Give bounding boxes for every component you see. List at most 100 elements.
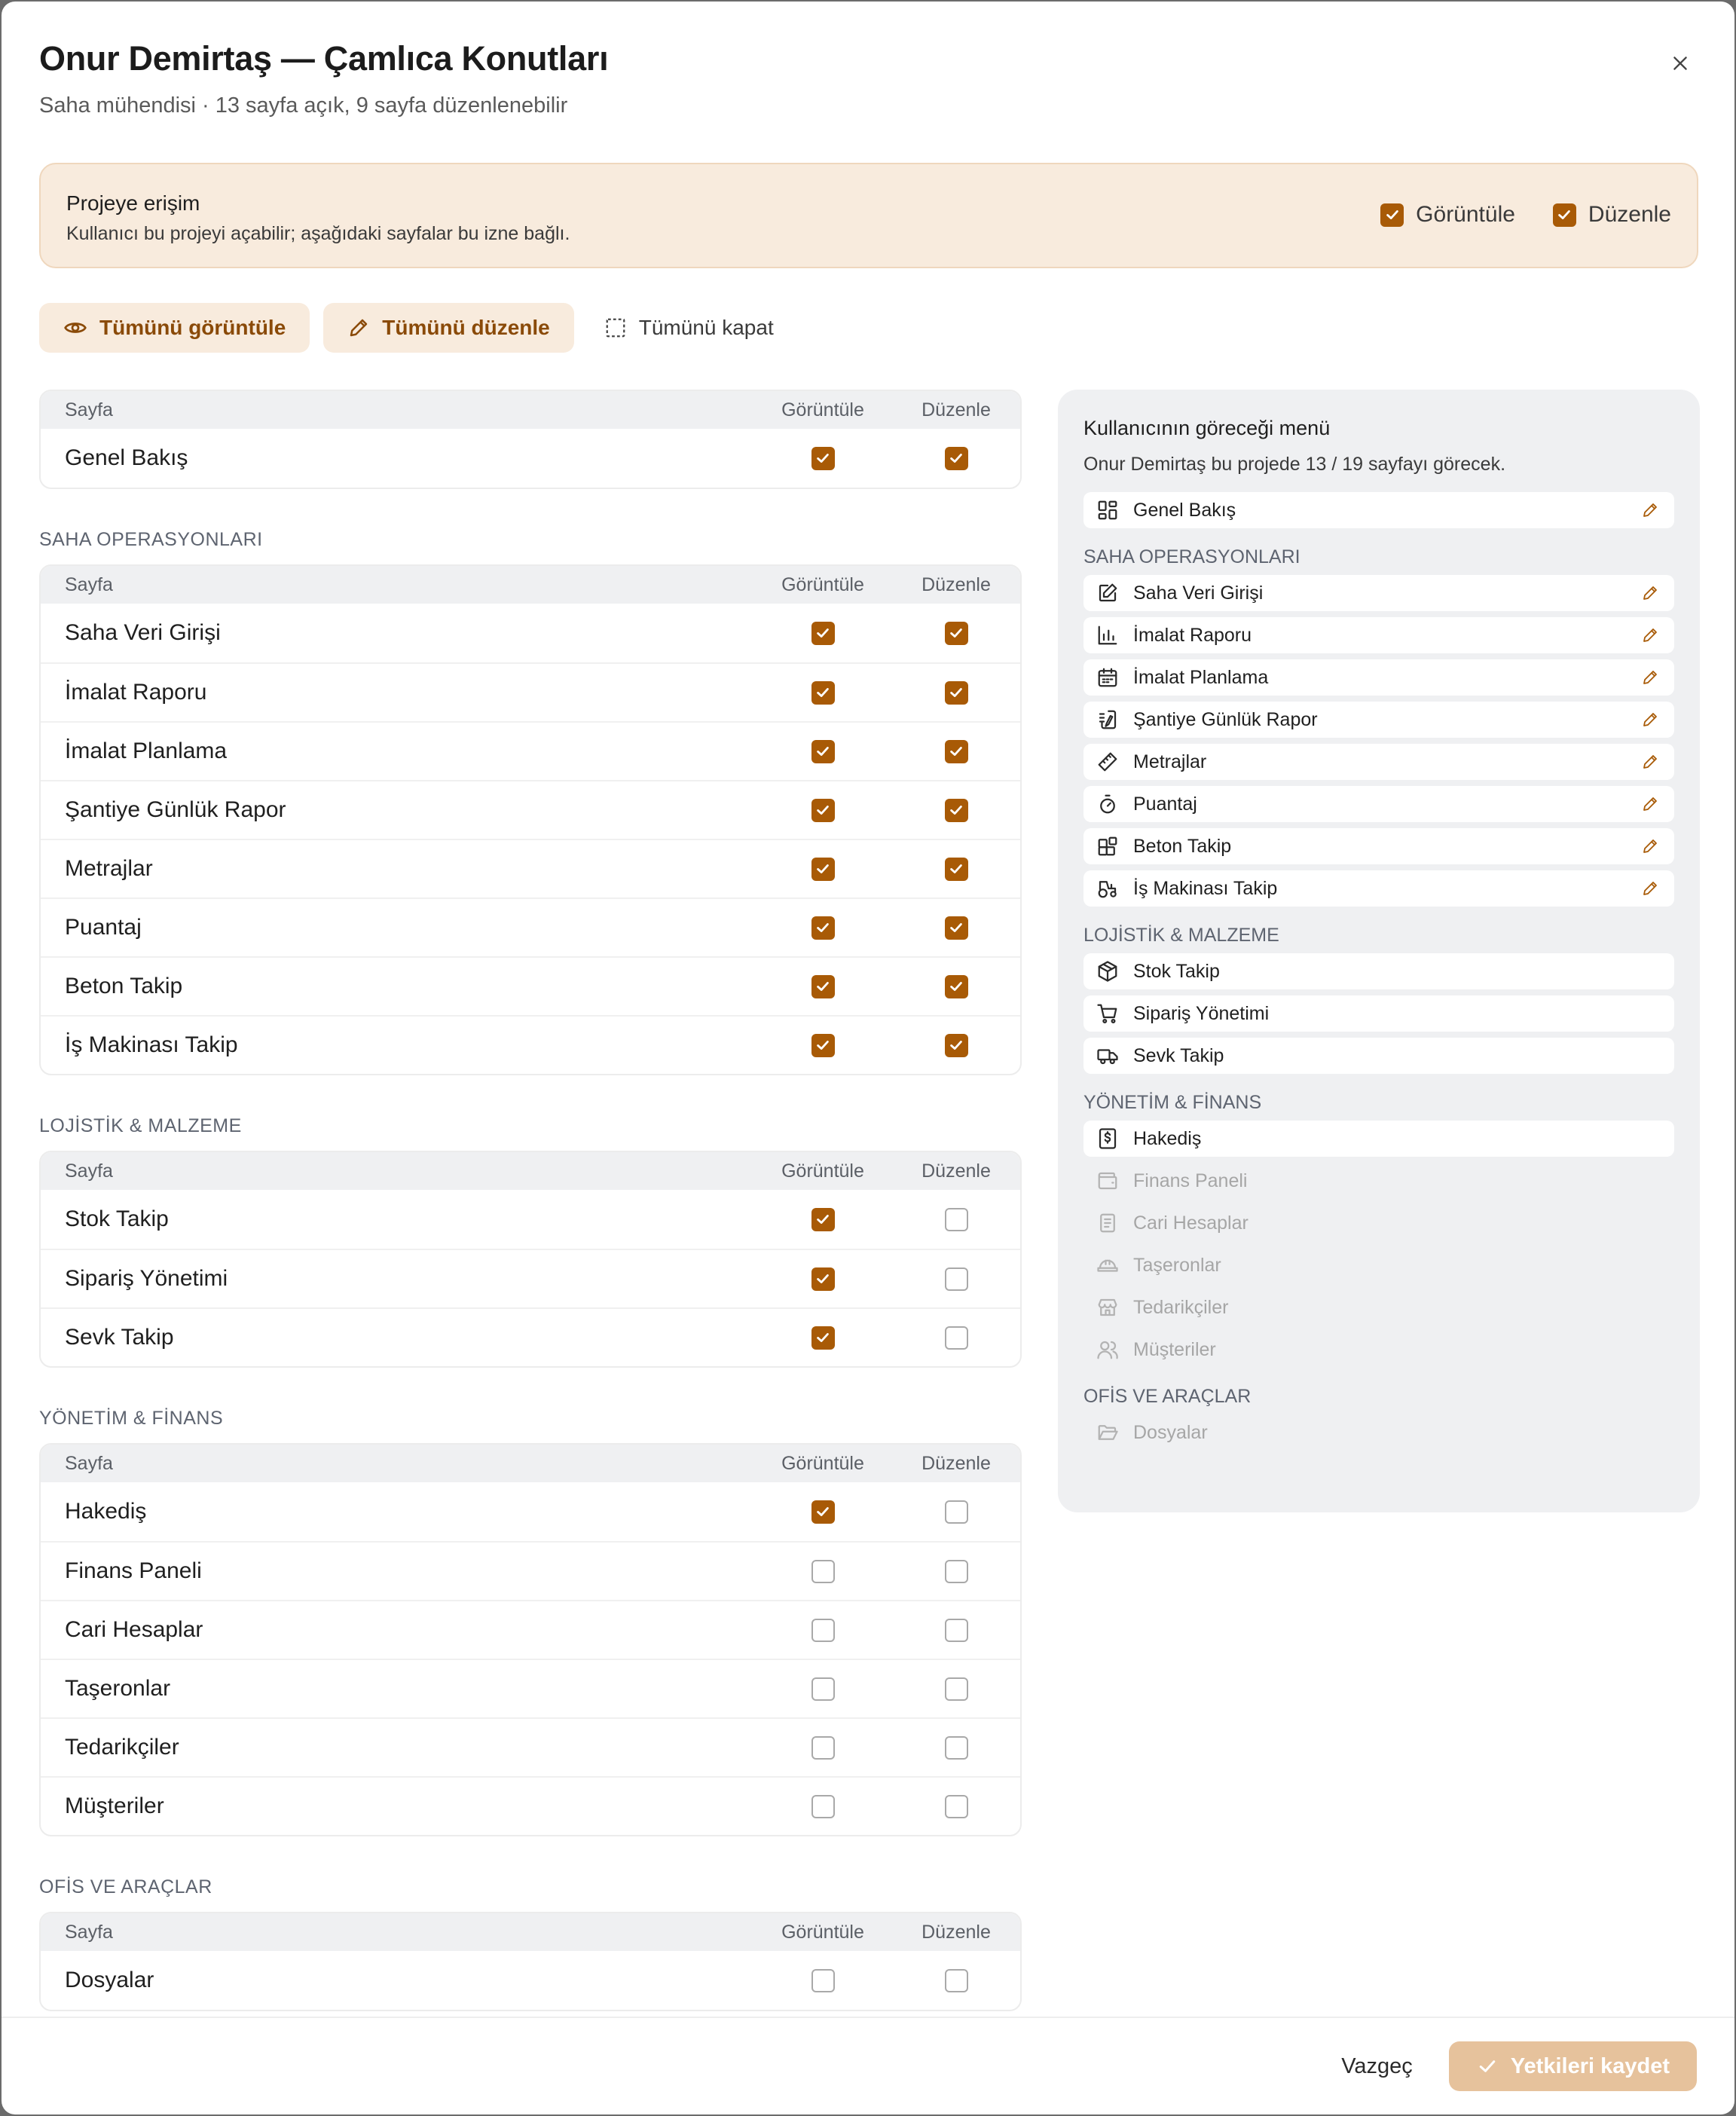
page-name: Tedarikçiler [65,1735,179,1760]
access-edit-checkbox[interactable] [1552,203,1576,227]
page-name: Stok Takip [65,1206,169,1231]
view-checkbox[interactable] [811,739,835,763]
preview-item-label: Stok Takip [1133,960,1220,982]
view-checkbox[interactable] [811,446,835,470]
page-name: İmalat Planlama [65,738,228,763]
preview-section-label: YÖNETİM & FİNANS [1083,1091,1262,1113]
view-checkbox[interactable] [811,1500,835,1524]
edit-checkbox[interactable] [944,974,968,998]
view-checkbox[interactable] [811,1618,835,1642]
preview-item-label: Finans Paneli [1133,1170,1248,1191]
view-checkbox[interactable] [811,680,835,705]
edit-checkbox[interactable] [944,1267,968,1291]
close-icon [1673,57,1687,70]
view-checkbox[interactable] [811,621,835,645]
page-name: Müşteriler [65,1793,164,1818]
page-name: Hakediş [65,1499,147,1524]
edit-checkbox[interactable] [944,857,968,881]
preview-item-label: Hakediş [1133,1127,1202,1149]
document-icon [1100,1213,1115,1233]
view-checkbox[interactable] [811,1033,835,1057]
edit-checkbox[interactable] [944,1735,968,1760]
project-access-panel: Projeye erişim Kullanıcı bu projeyi açab… [39,163,1698,268]
view-all-button[interactable]: Tümünü görüntüle [39,303,310,353]
table-row: Stok Takip [41,1190,1020,1249]
edit-checkbox[interactable] [944,680,968,705]
preview-menu-item: İmalat Planlama [1083,659,1674,696]
store-icon [1098,1298,1117,1316]
preview-menu-item: Müşteriler [1083,1332,1674,1368]
edit-checkbox[interactable] [944,1794,968,1818]
table-row: Hakediş [41,1482,1020,1541]
preview-description: Onur Demirtaş bu projede 13 / 19 sayfayı… [1083,454,1506,475]
page-name: İmalat Raporu [65,680,207,705]
view-checkbox[interactable] [811,857,835,881]
page-name: Beton Takip [65,974,183,998]
edit-checkbox[interactable] [944,1207,968,1231]
close-all-button[interactable]: Tümünü kapat [588,303,798,353]
section-label: LOJİSTİK & MALZEME [39,1115,242,1136]
stopwatch-icon [1100,794,1115,814]
edit-checkbox[interactable] [944,739,968,763]
access-view-label: Görüntüle [1416,202,1515,227]
access-view-checkbox[interactable] [1380,203,1404,227]
preview-menu-item: Genel Bakış [1083,492,1674,528]
view-checkbox[interactable] [811,1968,835,1992]
view-checkbox[interactable] [811,916,835,940]
access-edit-toggle[interactable]: Düzenle [1552,202,1671,228]
preview-menu-item: Stok Takip [1083,953,1674,989]
table-row: İmalat Planlama [41,721,1020,780]
page-name: Sipariş Yönetimi [65,1266,228,1291]
section-label: SAHA OPERASYONLARI [39,528,263,550]
dashboard-icon [1098,500,1117,520]
pencil-icon [1643,671,1657,684]
pencil-icon [1643,503,1657,517]
edit-checkbox[interactable] [944,1968,968,1992]
table-header: Sayfa Görüntüle Düzenle [41,1152,1020,1190]
table-row: İmalat Raporu [41,662,1020,721]
page-name: İş Makinası Takip [65,1032,238,1057]
table-row: Saha Veri Girişi [41,604,1020,662]
edit-checkbox[interactable] [944,1033,968,1057]
preview-section-label: SAHA OPERASYONLARI [1083,546,1300,567]
view-checkbox[interactable] [811,1677,835,1701]
ruler-icon [1098,752,1117,772]
edit-checkbox[interactable] [944,916,968,940]
view-checkbox[interactable] [811,1326,835,1350]
edit-checkbox[interactable] [944,1500,968,1524]
check-icon [1479,2060,1496,2072]
view-checkbox[interactable] [811,798,835,822]
view-checkbox[interactable] [811,1207,835,1231]
header-view: Görüntüle [781,573,864,595]
view-checkbox[interactable] [811,1559,835,1583]
preview-menu-item: Beton Takip [1083,828,1674,864]
edit-checkbox[interactable] [944,1326,968,1350]
close-button[interactable] [1665,48,1695,78]
permission-table: Sayfa Görüntüle Düzenle Hakediş Finans Panel… [39,1443,1022,1836]
preview-menu-item: Puantaj [1083,786,1674,822]
view-checkbox[interactable] [811,974,835,998]
view-checkbox[interactable] [811,1735,835,1760]
table-row: İş Makinası Takip [41,1015,1020,1074]
view-checkbox[interactable] [811,1267,835,1291]
header-view: Görüntüle [781,399,864,420]
preview-item-label: Sevk Takip [1133,1044,1224,1066]
edit-checkbox[interactable] [944,621,968,645]
edit-checkbox[interactable] [944,798,968,822]
page-name: Taşeronlar [65,1676,171,1701]
header-page: Sayfa [65,573,113,595]
edit-all-button[interactable]: Tümünü düzenle [323,303,574,353]
access-edit-label: Düzenle [1588,202,1671,227]
edit-checkbox[interactable] [944,1618,968,1642]
edit-checkbox[interactable] [944,446,968,470]
preview-item-label: Metrajlar [1133,751,1207,772]
view-checkbox[interactable] [811,1794,835,1818]
cancel-button[interactable]: Vazgeç [1341,2054,1413,2079]
header-view: Görüntüle [781,1160,864,1182]
pencil-icon [350,319,368,337]
preview-menu-item: Sipariş Yönetimi [1083,995,1674,1032]
edit-checkbox[interactable] [944,1559,968,1583]
edit-checkbox[interactable] [944,1677,968,1701]
access-view-toggle[interactable]: Görüntüle [1380,202,1515,228]
save-button[interactable]: Yetkileri kaydet [1448,2041,1697,2091]
